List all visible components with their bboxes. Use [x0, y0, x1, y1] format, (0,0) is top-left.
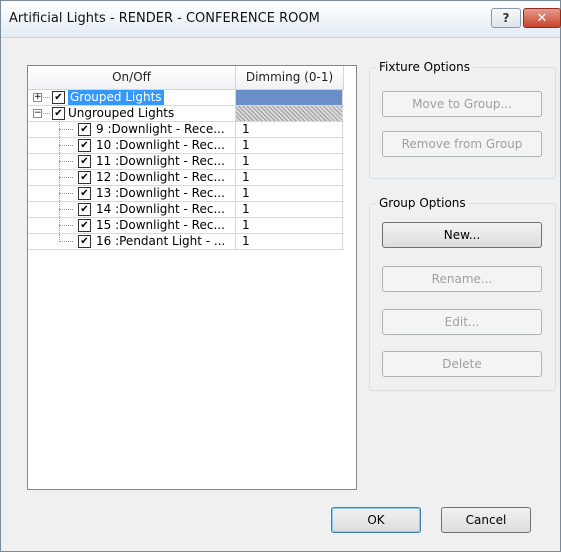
- tree-connector: [59, 225, 73, 226]
- tree-cell-name: ✔ 15 :Downlight - Rec...: [28, 218, 236, 233]
- ungrouped-lights-dimming: [236, 106, 343, 121]
- fixture-options-group: Fixture Options Move to Group... Remove …: [369, 60, 556, 179]
- window-title: Artificial Lights - RENDER - CONFERENCE …: [9, 11, 320, 26]
- column-header-on-off[interactable]: On/Off: [28, 66, 236, 90]
- light-dimming-value[interactable]: 1: [236, 170, 343, 185]
- light-label: 14 :Downlight - Rec...: [96, 202, 225, 216]
- tree-row-light[interactable]: ✔ 9 :Downlight - Rece... 1: [28, 122, 344, 138]
- light-dimming-value[interactable]: 1: [236, 154, 343, 169]
- light-checkbox[interactable]: ✔: [78, 123, 91, 136]
- tree-connector: [59, 241, 73, 242]
- collapse-icon[interactable]: −: [33, 109, 42, 118]
- tree-connector: [59, 145, 73, 146]
- tree-row-light[interactable]: ✔ 11 :Downlight - Rec... 1: [28, 154, 344, 170]
- light-checkbox[interactable]: ✔: [78, 235, 91, 248]
- light-dimming-value[interactable]: 1: [236, 234, 343, 249]
- light-dimming-value[interactable]: 1: [236, 218, 343, 233]
- tree-cell-name: ✔ 10 :Downlight - Rec...: [28, 138, 236, 153]
- ok-button[interactable]: OK: [331, 507, 421, 533]
- light-dimming-value[interactable]: 1: [236, 122, 343, 137]
- tree-cell-name: ✔ 16 :Pendant Light - ...: [28, 234, 236, 249]
- ungrouped-lights-label: Ungrouped Lights: [68, 106, 175, 120]
- light-checkbox[interactable]: ✔: [78, 139, 91, 152]
- group-options-title: Group Options: [376, 196, 469, 210]
- tree-connector: [43, 97, 50, 98]
- light-checkbox[interactable]: ✔: [78, 219, 91, 232]
- light-dimming-value[interactable]: 1: [236, 138, 343, 153]
- light-label: 13 :Downlight - Rec...: [96, 186, 225, 200]
- grouped-lights-label: Grouped Lights: [68, 90, 164, 105]
- expand-icon[interactable]: +: [33, 93, 42, 102]
- light-label: 16 :Pendant Light - ...: [96, 234, 226, 248]
- tree-connector: [59, 129, 73, 130]
- tree-row-light[interactable]: ✔ 10 :Downlight - Rec... 1: [28, 138, 344, 154]
- tree-row-light[interactable]: ✔ 14 :Downlight - Rec... 1: [28, 202, 344, 218]
- rename-group-button[interactable]: Rename...: [382, 266, 542, 292]
- tree-row-light[interactable]: ✔ 16 :Pendant Light - ... 1: [28, 234, 344, 250]
- lights-tree[interactable]: On/Off Dimming (0-1) + ✔ Grouped Lights …: [27, 65, 357, 490]
- tree-row-light[interactable]: ✔ 15 :Downlight - Rec... 1: [28, 218, 344, 234]
- light-dimming-value[interactable]: 1: [236, 202, 343, 217]
- tree-row-grouped-lights[interactable]: + ✔ Grouped Lights: [28, 90, 344, 106]
- ungrouped-lights-checkbox[interactable]: ✔: [52, 107, 65, 120]
- tree-cell-name: ✔ 11 :Downlight - Rec...: [28, 154, 236, 169]
- close-button[interactable]: ✕: [523, 8, 561, 28]
- tree-connector: [59, 161, 73, 162]
- tree-connector: [59, 177, 73, 178]
- help-button[interactable]: ?: [491, 8, 521, 28]
- tree-row-light[interactable]: ✔ 12 :Downlight - Rec... 1: [28, 170, 344, 186]
- tree-row-ungrouped-lights[interactable]: − ✔ Ungrouped Lights: [28, 106, 344, 122]
- tree-cell-name: − ✔ Ungrouped Lights: [28, 106, 236, 121]
- tree-cell-name: ✔ 14 :Downlight - Rec...: [28, 202, 236, 217]
- artificial-lights-dialog: Artificial Lights - RENDER - CONFERENCE …: [0, 0, 561, 552]
- tree-connector: [59, 193, 73, 194]
- light-label: 12 :Downlight - Rec...: [96, 170, 225, 184]
- tree-row-light[interactable]: ✔ 13 :Downlight - Rec... 1: [28, 186, 344, 202]
- tree-cell-name: ✔ 12 :Downlight - Rec...: [28, 170, 236, 185]
- grouped-lights-dimming[interactable]: [236, 90, 343, 105]
- column-header-dimming[interactable]: Dimming (0-1): [236, 66, 344, 90]
- light-checkbox[interactable]: ✔: [78, 155, 91, 168]
- edit-group-button[interactable]: Edit...: [382, 309, 542, 335]
- light-label: 10 :Downlight - Rec...: [96, 138, 225, 152]
- delete-group-button[interactable]: Delete: [382, 351, 542, 377]
- light-label: 9 :Downlight - Rece...: [96, 122, 225, 136]
- light-dimming-value[interactable]: 1: [236, 186, 343, 201]
- remove-from-group-button[interactable]: Remove from Group: [382, 131, 542, 157]
- tree-rows: + ✔ Grouped Lights − ✔ Ungrouped Lights: [28, 90, 344, 250]
- grouped-lights-checkbox[interactable]: ✔: [52, 91, 65, 104]
- light-checkbox[interactable]: ✔: [78, 171, 91, 184]
- light-checkbox[interactable]: ✔: [78, 203, 91, 216]
- group-options-group: Group Options New... Rename... Edit... D…: [369, 196, 556, 391]
- title-bar[interactable]: Artificial Lights - RENDER - CONFERENCE …: [1, 1, 561, 38]
- tree-cell-name: + ✔ Grouped Lights: [28, 90, 236, 105]
- tree-connector: [59, 209, 73, 210]
- cancel-button[interactable]: Cancel: [441, 507, 531, 533]
- light-label: 15 :Downlight - Rec...: [96, 218, 225, 232]
- light-label: 11 :Downlight - Rec...: [96, 154, 225, 168]
- fixture-options-title: Fixture Options: [376, 60, 473, 74]
- new-group-button[interactable]: New...: [382, 222, 542, 248]
- tree-cell-name: ✔ 9 :Downlight - Rece...: [28, 122, 236, 137]
- tree-cell-name: ✔ 13 :Downlight - Rec...: [28, 186, 236, 201]
- light-checkbox[interactable]: ✔: [78, 187, 91, 200]
- tree-connector: [43, 113, 50, 114]
- move-to-group-button[interactable]: Move to Group...: [382, 91, 542, 117]
